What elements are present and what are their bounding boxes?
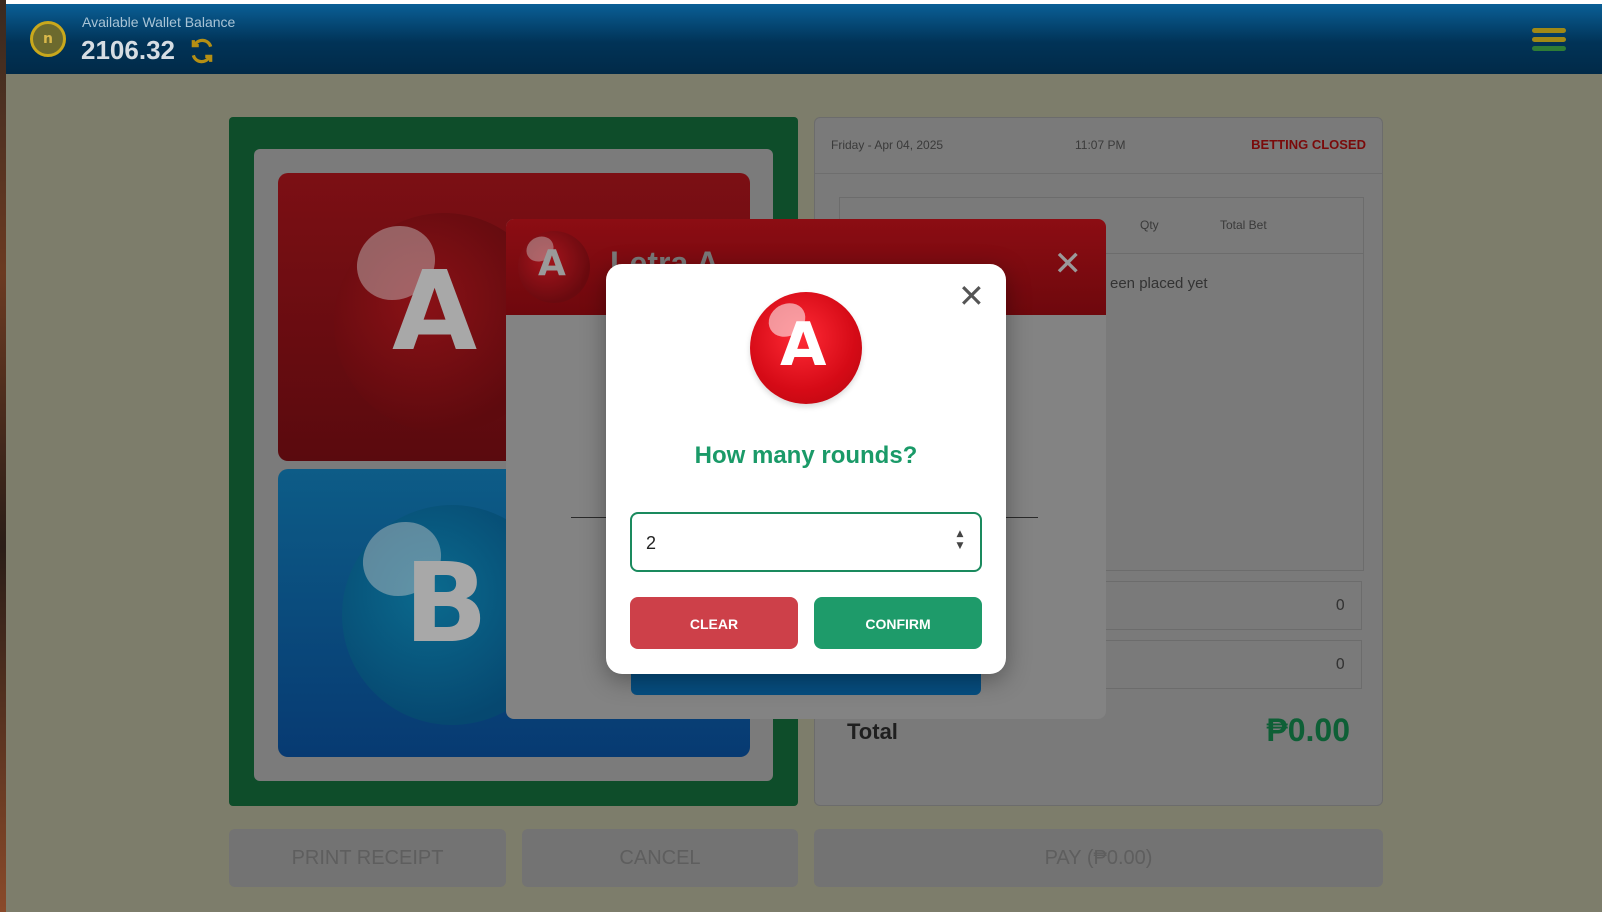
column-header-total-bet: Total Bet <box>1220 218 1267 232</box>
close-icon[interactable]: ✕ <box>1054 247 1083 281</box>
divider <box>571 517 611 518</box>
letra-a-ball-letter: A <box>538 243 566 284</box>
left-background-strip <box>0 0 6 912</box>
summary-row-value: 0 <box>1335 655 1345 673</box>
letter-a-glyph: A <box>392 247 478 375</box>
dialog-title: How many rounds? <box>694 442 918 469</box>
draw-time: 11:07 PM <box>1075 138 1126 152</box>
header-bar: n Available Wallet Balance 2106.32 <box>6 4 1602 74</box>
draw-date: Friday - Apr 04, 2025 <box>831 138 944 152</box>
spinner-down-icon[interactable]: ▼ <box>954 540 966 552</box>
close-icon[interactable]: ✕ <box>958 280 985 312</box>
dialog-ball-letter: A <box>780 310 827 380</box>
wallet-balance-value: 2106.32 <box>81 35 175 65</box>
hamburger-menu-icon[interactable] <box>1532 28 1566 54</box>
clear-button[interactable]: CLEAR <box>630 597 798 649</box>
total-value: ₱0.00 <box>1266 712 1350 748</box>
column-header-qty: Qty <box>1140 218 1159 232</box>
rounds-dialog: ✕ A How many rounds? ▲ ▼ CLEAR CONFIRM <box>606 264 1006 674</box>
menu-bar <box>1532 46 1566 51</box>
menu-bar <box>1532 37 1566 42</box>
pay-button[interactable]: PAY (₱0.00) <box>814 829 1383 887</box>
rounds-input-wrapper: ▲ ▼ <box>630 512 982 572</box>
spinner-up-icon[interactable]: ▲ <box>954 528 966 540</box>
print-receipt-button[interactable]: PRINT RECEIPT <box>229 829 506 887</box>
divider <box>815 173 1382 174</box>
wallet-balance-label: Available Wallet Balance <box>82 14 236 30</box>
number-spinner[interactable]: ▲ ▼ <box>954 528 966 556</box>
betting-status: BETTING CLOSED <box>1251 137 1366 152</box>
menu-bar <box>1532 28 1566 33</box>
divider <box>1002 517 1038 518</box>
rounds-input[interactable] <box>644 514 938 572</box>
confirm-button[interactable]: CONFIRM <box>814 597 982 649</box>
cancel-button[interactable]: CANCEL <box>522 829 798 887</box>
letra-a-ball-icon: A <box>518 231 590 303</box>
wallet-coin-icon: n <box>30 21 66 57</box>
summary-row-value: 0 <box>1335 596 1345 614</box>
letter-a-ball-icon: A <box>750 292 862 404</box>
letter-b-glyph: B <box>404 539 488 667</box>
total-label: Total <box>847 719 898 744</box>
refresh-icon[interactable] <box>189 38 215 64</box>
empty-bets-message: een placed yet <box>1110 275 1208 292</box>
